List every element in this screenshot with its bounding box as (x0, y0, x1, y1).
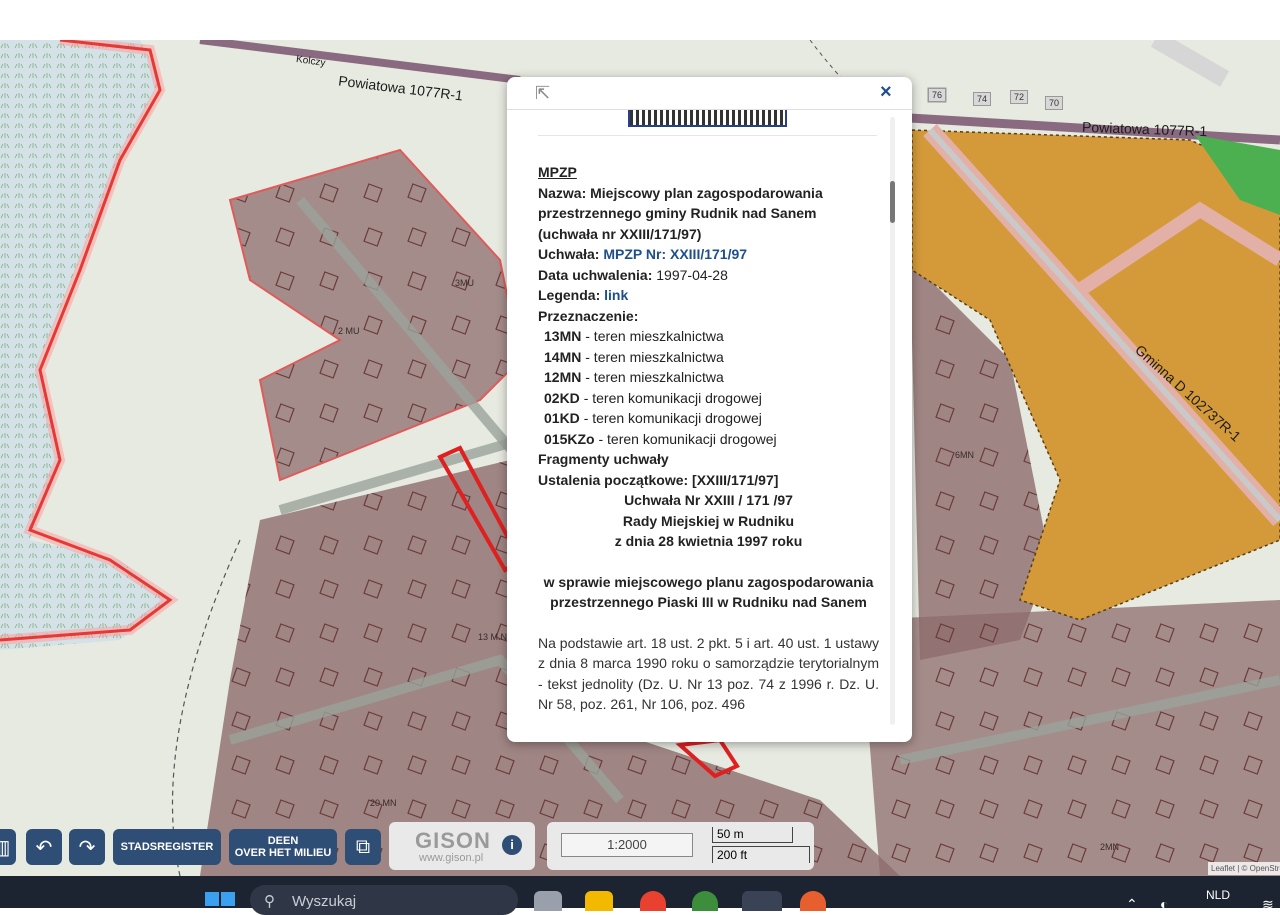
plot-label: 3MU (455, 278, 475, 288)
layers-icon[interactable]: ▥ (0, 829, 16, 865)
przeznaczenie-item: 12MN - teren mieszkalnictwa (544, 369, 724, 385)
gison-logo: GISON (415, 828, 491, 853)
popup-header[interactable]: ⇱ × (507, 77, 912, 110)
plan-info-popup[interactable]: ⇱ × MPZP Nazwa: Miejscowy plan zagospoda… (507, 77, 912, 742)
mpzp-heading: MPZP (538, 164, 577, 180)
chevron-up-icon[interactable]: ⌃ (1126, 896, 1138, 913)
crop-area-icon[interactable]: ⧉ (345, 829, 381, 865)
stadsregister-button[interactable]: STADSREGISTER (113, 829, 221, 865)
undo-icon[interactable]: ↶ (26, 829, 62, 865)
map-attribution[interactable]: Leaflet | © OpenStreetMap (1208, 862, 1280, 875)
popup-scroll-area[interactable]: MPZP Nazwa: Miejscowy plan zagospodarowa… (507, 110, 887, 730)
house-number: 72 (1010, 90, 1029, 104)
popup-content: MPZP Nazwa: Miejscowy plan zagospodarowa… (538, 162, 879, 715)
data-value: 1997-04-28 (656, 266, 728, 283)
plot-label: 20 MN (370, 798, 397, 808)
close-button[interactable]: × (880, 81, 892, 104)
legenda-label: Legenda: (538, 287, 601, 303)
chrome-profile-icon[interactable] (692, 891, 718, 911)
network-tray-icon[interactable]: ◐ (1160, 896, 1168, 912)
chrome-alt-icon[interactable] (800, 891, 826, 911)
plan-logo-image (628, 110, 787, 127)
deen-line1: DEEN (267, 835, 299, 847)
przeznaczenie-item: 13MN - teren mieszkalnictwa (544, 328, 724, 344)
browser-top-area (0, 0, 1280, 40)
przeznaczenie-item: 015KZo - teren komunikacji drogowej (544, 430, 777, 447)
windows-taskbar: ⚲ Wyszukaj ⌃ ◐ NLD ≋ (0, 876, 1280, 915)
fragmenty-label: Fragmenty uchwały (538, 451, 669, 467)
plot-label: 2MN (1100, 842, 1120, 852)
scale-panel: 1:2000 50 m 200 ft (547, 822, 814, 870)
resolution-body: Na podstawie art. 18 ust. 2 pkt. 5 i art… (538, 634, 879, 713)
divider (538, 135, 877, 136)
plot-label: 6MN (955, 450, 975, 460)
search-icon: ⚲ (264, 893, 275, 910)
taskbar-search-box[interactable]: ⚲ Wyszukaj (250, 885, 518, 915)
przeznaczenie-item: 14MN - teren mieszkalnictwa (544, 348, 724, 365)
legenda-link[interactable]: link (604, 287, 628, 303)
house-number: 74 (973, 92, 992, 106)
przeznaczenie-item: 02KD - teren komunikacji drogowej (544, 389, 762, 406)
language-indicator[interactable]: NLD (1206, 888, 1230, 902)
move-cursor-icon[interactable]: ⇱ (535, 83, 550, 104)
chrome-icon[interactable] (640, 891, 666, 911)
redo-icon[interactable]: ↷ (69, 829, 105, 865)
przeznaczenie-item: 01KD - teren komunikacji drogowej (544, 410, 762, 426)
task-view-icon[interactable] (534, 891, 562, 911)
resolution-title: Uchwała Nr XXIII / 171 /97 (624, 492, 793, 508)
resolution-council: Rady Miejskiej w Rudniku (622, 512, 795, 529)
resolution-date: z dnia 28 kwietnia 1997 roku (614, 533, 803, 549)
wifi-icon[interactable]: ≋ (1262, 896, 1274, 913)
resolution-subject: w sprawie miejscowego planu zagospodarow… (543, 573, 874, 611)
windows-start-icon[interactable] (205, 892, 235, 908)
house-number: 76 (928, 88, 947, 102)
house-number: 70 (1045, 96, 1064, 110)
gison-logo-panel: GISON www.gison.pl i (389, 822, 535, 870)
info-icon[interactable]: i (502, 835, 522, 855)
nazwa-label: Nazwa: (538, 184, 587, 201)
chrome-active-icon[interactable] (742, 891, 782, 911)
uchwala-link[interactable]: MPZP Nr: XXIII/171/97 (603, 246, 747, 262)
ustalenia-label: Ustalenia początkowe: [XXIII/171/97] (538, 471, 779, 488)
scale-ratio-input[interactable]: 1:2000 (561, 833, 693, 857)
popup-scroll-thumb[interactable] (890, 181, 895, 223)
search-placeholder: Wyszukaj (292, 893, 357, 910)
scale-bar-metric: 50 m (712, 827, 793, 843)
deen-milieu-button[interactable]: DEEN OVER HET MILIEU (229, 829, 337, 865)
gison-url: www.gison.pl (419, 852, 484, 864)
file-explorer-icon[interactable] (585, 891, 613, 911)
scale-bar-imperial: 200 ft (712, 846, 810, 863)
przeznaczenie-label: Przeznaczenie: (538, 307, 639, 324)
data-label: Data uchwalenia: (538, 266, 653, 283)
deen-line2: OVER HET MILIEU (234, 847, 332, 859)
plot-label: 2 MU (338, 326, 360, 336)
plot-label: 13 M.N (478, 632, 508, 642)
uchwala-label: Uchwała: (538, 246, 600, 262)
